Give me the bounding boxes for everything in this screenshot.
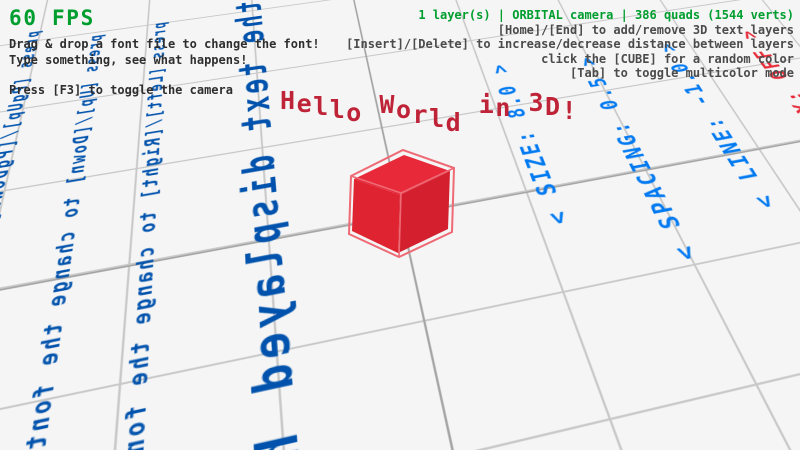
wave-letter: D <box>545 92 562 121</box>
wave-text-3d: Hello World in 3D! <box>280 86 560 158</box>
hint-layers: [Home]/[End] to add/remove 3D text layer… <box>346 23 794 38</box>
spacer <box>9 68 320 82</box>
render-status-line: 1 layer(s) | ORBITAL camera | 386 quads … <box>346 8 794 23</box>
wave-letter: n <box>495 93 512 122</box>
wave-letter: o <box>396 95 413 124</box>
hint-type-something: Type something, see what happens! <box>9 52 320 68</box>
wave-letter: d <box>446 108 463 137</box>
hud-right: 1 layer(s) | ORBITAL camera | 386 quads … <box>346 8 794 81</box>
wave-letter: r <box>413 100 430 129</box>
cube[interactable] <box>346 143 458 259</box>
wave-letter <box>462 96 479 125</box>
wave-letter <box>512 95 529 124</box>
wave-letter: l <box>429 104 446 133</box>
hint-multicolor: [Tab] to toggle multicolor mode <box>346 66 794 81</box>
hint-cube-color: click the [CUBE] for a random color <box>346 52 794 67</box>
wave-letter: W <box>379 90 396 119</box>
wave-letter: 3 <box>528 88 545 117</box>
wave-letter: ! <box>562 96 579 125</box>
hint-drag-drop: Drag & drop a font file to change the fo… <box>9 36 320 52</box>
app-window: press [F2] to toggle the text boundry pr… <box>0 0 800 450</box>
fps-counter: 60 FPS <box>9 6 95 30</box>
wave-letter: l <box>330 95 347 124</box>
hud-left: Drag & drop a font file to change the fo… <box>9 36 320 98</box>
wave-letter: o <box>346 98 363 127</box>
wave-letter: i <box>479 90 496 119</box>
hint-layer-distance: [Insert]/[Delete] to increase/decrease d… <box>346 37 794 52</box>
hint-toggle-camera: Press [F3] to toggle the camera <box>9 82 320 98</box>
wave-letter <box>363 92 380 121</box>
